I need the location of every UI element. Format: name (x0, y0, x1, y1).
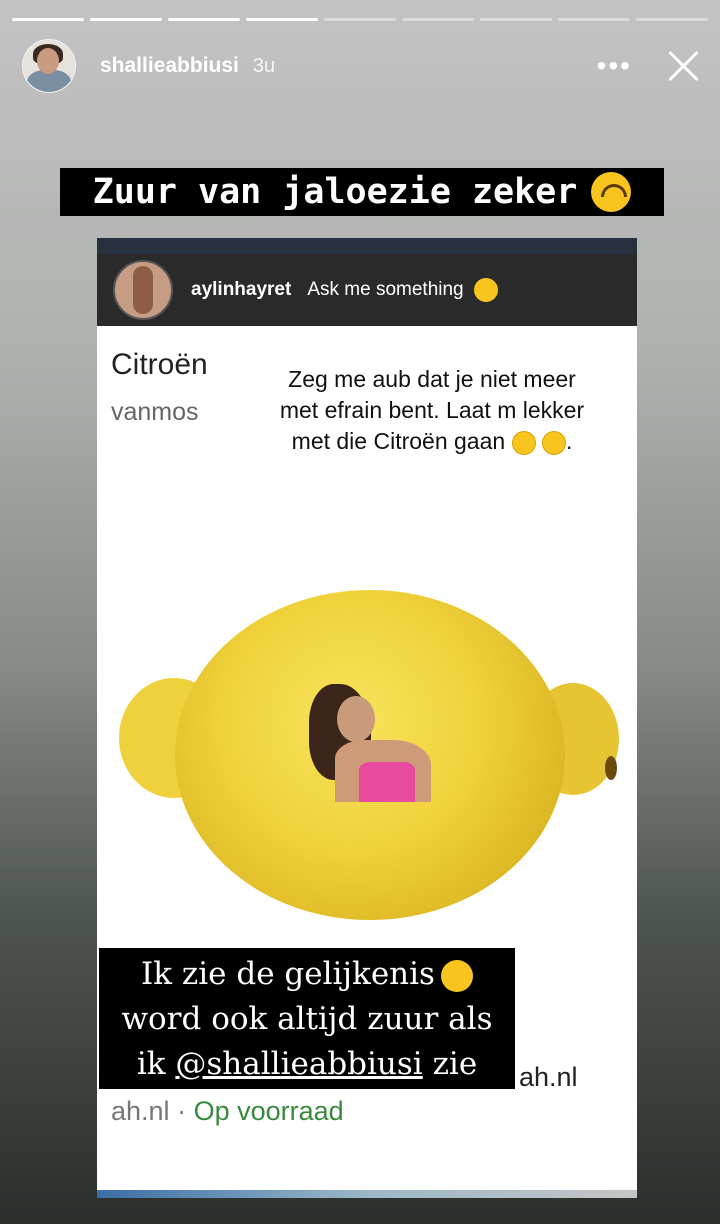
user-mention[interactable]: @shallieabbiusi (175, 1046, 422, 1082)
progress-segment (168, 18, 240, 21)
answer-line: met efrain bent. Laat m lekker (279, 397, 585, 423)
asker-avatar (113, 260, 173, 320)
progress-segment (402, 18, 474, 21)
asker-username: aylinhayret (191, 279, 292, 300)
shop-site: ah.nl (519, 1062, 578, 1092)
progress-segment (558, 18, 630, 21)
story-header: shallieabbiusi 3u ••• (22, 38, 702, 94)
bottom-caption: Ik zie de gelijkenis word ook altijd zuu… (99, 948, 515, 1089)
top-caption: Zuur van jaloezie zeker (60, 168, 664, 216)
product-subtitle: vanmos (111, 398, 199, 426)
progress-segment (324, 18, 396, 21)
progress-segment (12, 18, 84, 21)
answer-line: Zeg me aub dat je niet meer (288, 366, 576, 392)
username[interactable]: shallieabbiusi (100, 54, 239, 78)
post-time: 3u (252, 54, 276, 77)
upside-down-face-icon (591, 172, 632, 212)
progress-segment (480, 18, 552, 21)
question-sticker: aylinhayret Ask me something (97, 254, 637, 326)
progress-segment (636, 18, 708, 21)
stock-site: ah.nl (111, 1096, 170, 1126)
more-options-icon[interactable]: ••• (597, 52, 632, 80)
stock-status: ah.nl · Op voorraad (111, 1096, 344, 1126)
progress-segment (90, 18, 162, 21)
avatar[interactable] (22, 39, 76, 93)
progress-segment (246, 18, 318, 21)
crying-face-icon (541, 430, 566, 455)
sad-sweat-face-icon (440, 959, 473, 992)
availability: Op voorraad (193, 1096, 344, 1126)
product-name: Citroën (111, 348, 208, 381)
top-caption-text: Zuur van jaloezie zeker (92, 172, 578, 212)
lemon-image (97, 578, 637, 938)
close-icon[interactable] (666, 48, 702, 84)
answer-line: met die Citroën gaan (291, 428, 506, 454)
person-cutout-image (307, 680, 435, 802)
smiling-hearts-face-icon (473, 278, 498, 302)
question-prompt: Ask me something (307, 279, 464, 300)
crying-face-icon (511, 430, 536, 455)
answer-bubble: Zeg me aub dat je niet meer met efrain b… (237, 350, 627, 500)
story-progress-bar (12, 18, 708, 22)
